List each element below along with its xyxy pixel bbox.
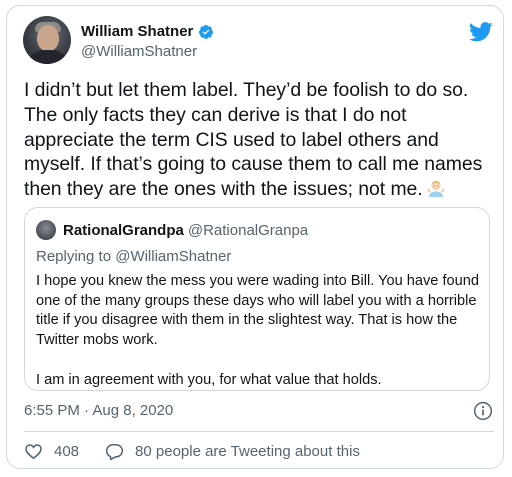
quoted-author-name: RationalGrandpa <box>63 222 184 239</box>
reply-conversation-button[interactable]: 80 people are Tweeting about this <box>105 442 360 461</box>
verified-badge-icon <box>199 24 214 39</box>
heart-icon <box>25 444 42 460</box>
tweeting-about-label: 80 people are Tweeting about this <box>135 443 360 460</box>
info-icon[interactable] <box>473 401 493 421</box>
quoted-author-handle: @RationalGranpa <box>187 222 309 239</box>
quoted-paragraph-2: I am in agreement with you, for what val… <box>36 371 382 388</box>
tweet-text: I didn’t but let them label. They’d be f… <box>24 78 494 202</box>
man-shrugging-emoji-icon <box>426 180 445 198</box>
avatar-face <box>37 25 59 51</box>
replying-to-label: Replying to @WilliamShatner <box>36 248 232 265</box>
tweet-timestamp[interactable]: 6:55 PM · Aug 8, 2020 <box>24 402 173 419</box>
quoted-tweet[interactable]: RationalGrandpa @RationalGranpa Replying … <box>24 207 490 391</box>
twitter-bird-icon[interactable] <box>469 22 493 42</box>
divider <box>24 431 494 432</box>
speech-bubble-icon <box>105 444 124 461</box>
author-avatar[interactable] <box>23 16 71 64</box>
tweet-body: I didn’t but let them label. They’d be f… <box>24 79 483 201</box>
author-name-row[interactable]: William Shatner <box>81 23 214 40</box>
like-button[interactable]: 408 <box>24 442 79 461</box>
quoted-author-avatar[interactable] <box>36 220 56 240</box>
like-count: 408 <box>54 443 80 460</box>
tweet-actions: 408 80 people are Tweeting about this <box>24 442 386 461</box>
quoted-author-row: RationalGrandpa @RationalGranpa <box>63 222 308 239</box>
quoted-tweet-text: I hope you knew the mess you were wading… <box>36 272 484 390</box>
quoted-paragraph-1: I hope you knew the mess you were wading… <box>36 273 479 349</box>
tweet-card: William Shatner @WilliamShatner I didn’t… <box>6 5 504 469</box>
author-handle[interactable]: @WilliamShatner <box>81 43 197 60</box>
author-display-name[interactable]: William Shatner <box>81 23 193 40</box>
avatar-suit <box>28 50 68 64</box>
